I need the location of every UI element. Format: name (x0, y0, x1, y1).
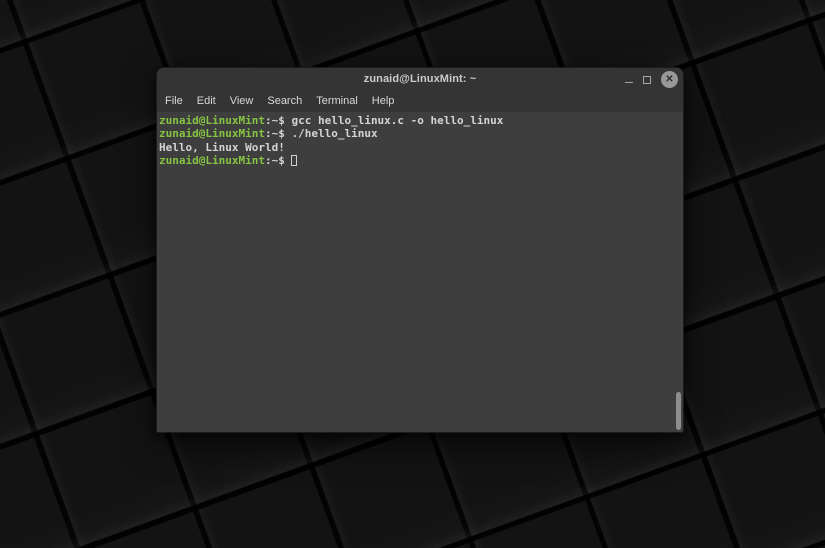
menu-view[interactable]: View (223, 90, 261, 112)
command-text: gcc hello_linux.c -o hello_linux (291, 114, 504, 127)
close-button[interactable]: ✕ (661, 70, 678, 88)
terminal-line: zunaid@LinuxMint:~$ (159, 154, 683, 167)
output-text: Hello, Linux World! (159, 140, 285, 154)
menu-help[interactable]: Help (365, 90, 402, 112)
terminal-body[interactable]: zunaid@LinuxMint:~$ gcc hello_linux.c -o… (157, 112, 683, 432)
menu-bar: File Edit View Search Terminal Help (157, 90, 683, 112)
prompt-suffix: :~$ (264, 154, 292, 168)
desktop: zunaid@LinuxMint: ~ ✕ File Edit View Sea… (0, 0, 825, 548)
minimize-button[interactable] (625, 75, 633, 83)
terminal-line: zunaid@LinuxMint:~$ gcc hello_linux.c -o… (159, 114, 683, 127)
prompt-user: zunaid@LinuxMint (159, 154, 265, 168)
prompt-user: zunaid@LinuxMint (159, 114, 265, 127)
prompt-suffix: :~$ (264, 127, 292, 141)
terminal-line: zunaid@LinuxMint:~$ ./hello_linux (159, 127, 683, 140)
terminal-window: zunaid@LinuxMint: ~ ✕ File Edit View Sea… (156, 67, 684, 433)
maximize-button[interactable] (643, 74, 651, 84)
menu-edit[interactable]: Edit (190, 90, 223, 112)
minimize-icon (625, 82, 633, 83)
window-controls: ✕ (625, 68, 678, 90)
maximize-icon (643, 76, 651, 84)
menu-terminal[interactable]: Terminal (309, 90, 365, 112)
window-titlebar[interactable]: zunaid@LinuxMint: ~ ✕ (157, 68, 683, 90)
scrollbar-thumb[interactable] (676, 392, 681, 430)
terminal-line: Hello, Linux World! (159, 141, 683, 154)
window-title: zunaid@LinuxMint: ~ (363, 73, 477, 85)
prompt-user: zunaid@LinuxMint (159, 127, 265, 141)
prompt-suffix: :~$ (264, 114, 292, 127)
terminal-cursor (291, 155, 298, 167)
command-text: ./hello_linux (291, 127, 378, 141)
close-icon: ✕ (665, 73, 674, 85)
menu-file[interactable]: File (158, 90, 190, 112)
menu-search[interactable]: Search (260, 90, 309, 112)
